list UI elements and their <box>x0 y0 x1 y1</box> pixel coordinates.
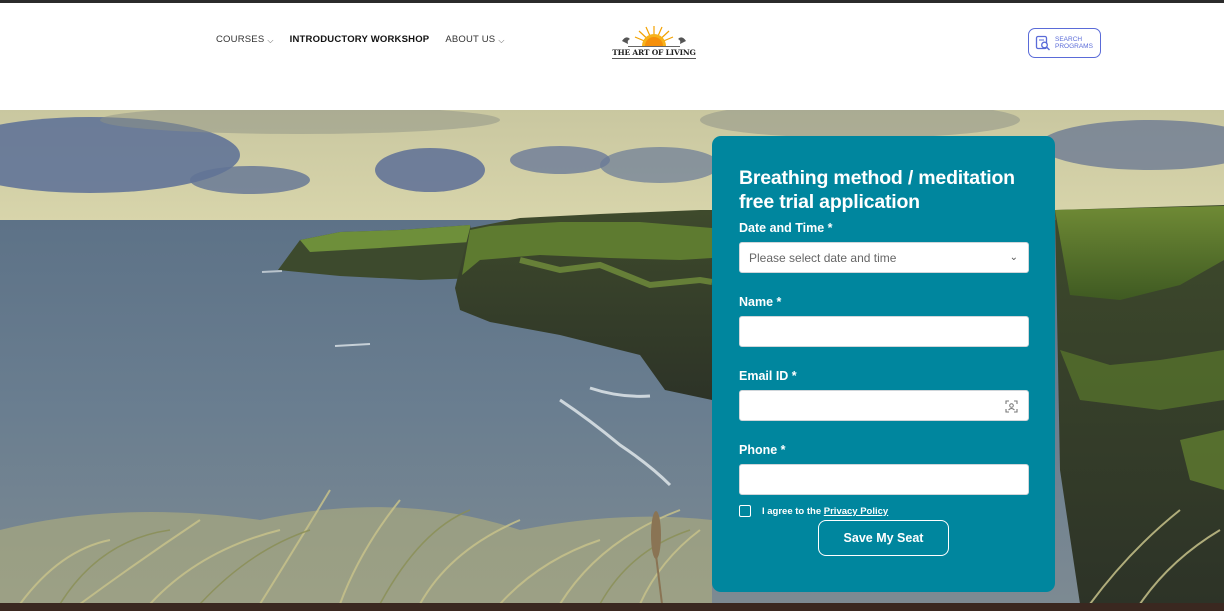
search-icon <box>1035 35 1050 51</box>
agree-prefix: I agree to the <box>762 505 824 517</box>
nav-about-us-label: ABOUT US <box>445 34 496 45</box>
phone-label: Phone * <box>739 443 786 457</box>
site-header: COURSES ⌵ INTRODUCTORY WORKSHOP ABOUT US… <box>0 3 1224 110</box>
chevron-down-icon: ⌵ <box>498 35 505 45</box>
privacy-policy-link[interactable]: Privacy Policy <box>824 506 888 517</box>
name-label: Name * <box>739 295 782 309</box>
bottom-strip <box>0 603 1224 611</box>
form-title: Breathing method / meditation free trial… <box>739 167 1015 213</box>
autofill-icon[interactable] <box>1005 400 1018 413</box>
chevron-down-icon: ⌄ <box>1009 252 1018 263</box>
privacy-agreement: I agree to the Privacy Policy <box>739 504 1028 518</box>
nav-courses[interactable]: COURSES ⌵ <box>216 34 274 45</box>
nav-introductory-workshop-label: INTRODUCTORY WORKSHOP <box>289 34 430 45</box>
search-programs-label: SEARCH PROGRAMS <box>1055 36 1093 50</box>
email-label: Email ID * <box>739 369 797 383</box>
name-input[interactable] <box>749 317 1019 346</box>
name-field-box <box>739 316 1029 347</box>
rising-sun-logo-icon <box>622 26 686 47</box>
privacy-checkbox[interactable] <box>739 505 751 517</box>
date-time-placeholder: Please select date and time <box>749 250 897 265</box>
phone-field-box <box>739 464 1029 495</box>
nav-courses-label: COURSES <box>216 34 265 45</box>
save-my-seat-button[interactable]: Save My Seat <box>818 520 949 556</box>
privacy-agreement-text: I agree to the Privacy Policy <box>762 506 888 517</box>
date-time-select[interactable]: Please select date and time ⌄ <box>739 242 1029 273</box>
email-input[interactable] <box>749 391 1019 420</box>
nav-introductory-workshop[interactable]: INTRODUCTORY WORKSHOP <box>290 34 430 45</box>
nav-about-us[interactable]: ABOUT US ⌵ <box>445 34 504 45</box>
logo[interactable]: THE ART OF LIVING <box>612 25 696 61</box>
date-time-label: Date and Time * <box>739 221 833 235</box>
search-programs-button[interactable]: SEARCH PROGRAMS <box>1028 28 1101 58</box>
phone-input[interactable] <box>749 465 1019 494</box>
logo-text: THE ART OF LIVING <box>612 48 696 59</box>
email-field-box <box>739 390 1029 421</box>
chevron-down-icon: ⌵ <box>267 35 274 45</box>
main-nav: COURSES ⌵ INTRODUCTORY WORKSHOP ABOUT US… <box>216 34 505 45</box>
trial-application-form: Breathing method / meditation free trial… <box>712 136 1055 592</box>
